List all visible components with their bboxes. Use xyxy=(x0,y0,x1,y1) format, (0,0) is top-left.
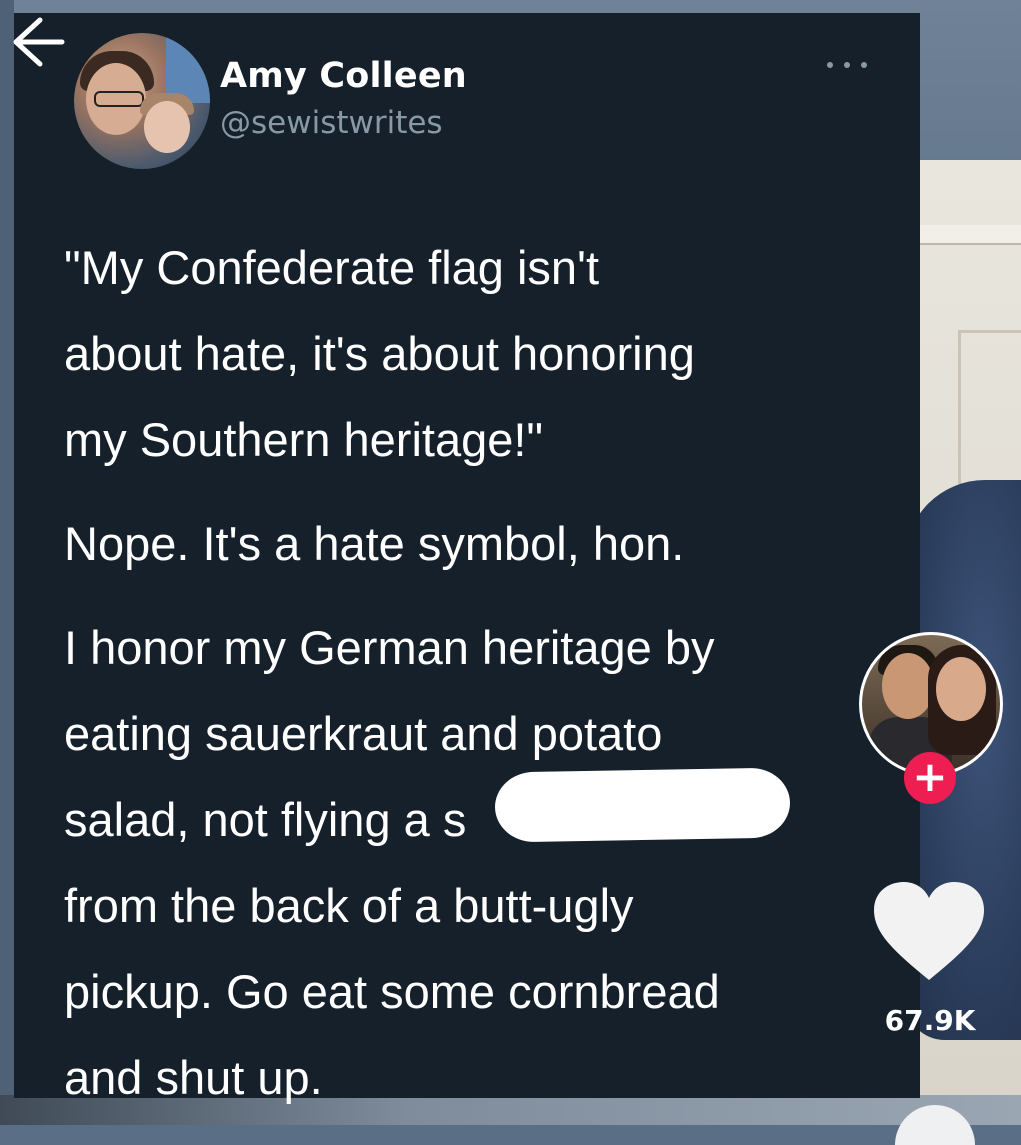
tweet-line: from the back of a butt-ugly xyxy=(64,879,634,932)
background-edge xyxy=(0,0,14,1125)
tweet-card: Amy Colleen @sewistwrites "My Confederat… xyxy=(14,13,920,1104)
follow-button[interactable]: + xyxy=(904,752,956,804)
tweet-line: Nope. It's a hate symbol, hon. xyxy=(64,517,685,570)
more-options-icon[interactable] xyxy=(827,53,867,77)
tweet-line: my Southern heritage!" xyxy=(64,413,544,466)
heart-icon[interactable] xyxy=(872,880,986,984)
redaction-scribble xyxy=(494,767,791,843)
tweet-line: I honor my German heritage by xyxy=(64,621,715,674)
tweet-line: and shut up. xyxy=(64,1051,323,1104)
author-handle: @sewistwrites xyxy=(220,105,443,141)
author-avatar xyxy=(74,33,210,169)
tweet-line: pickup. Go eat some cornbread xyxy=(64,965,720,1018)
tweet-text: "My Confederate flag isn't about hate, i… xyxy=(64,225,914,1121)
tweet-line: about hate, it's about honoring xyxy=(64,327,695,380)
author-name: Amy Colleen xyxy=(220,56,467,96)
like-count: 67.9K xyxy=(884,1004,976,1037)
tweet-line: eating sauerkraut and potato xyxy=(64,707,663,760)
background-door-frame xyxy=(918,225,1021,245)
tweet-line: "My Confederate flag isn't xyxy=(64,241,600,294)
back-arrow-icon[interactable] xyxy=(6,14,66,70)
